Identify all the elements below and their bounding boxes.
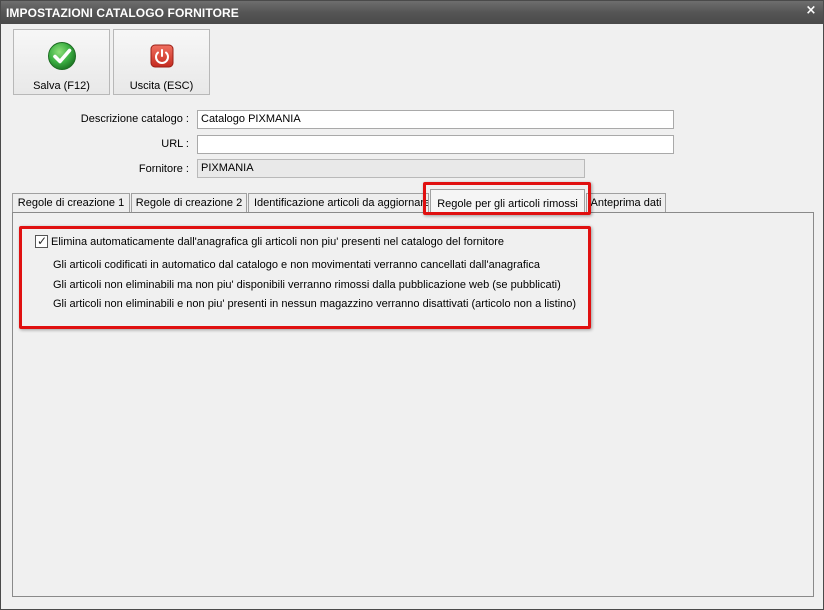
tab-creation-rules-1[interactable]: Regole di creazione 1 — [12, 193, 130, 213]
tab-strip: Regole di creazione 1 Regole di creazion… — [12, 189, 813, 214]
exit-button-label: Uscita (ESC) — [129, 80, 194, 92]
check-icon — [48, 42, 76, 70]
title-bar[interactable]: IMPOSTAZIONI CATALOGO FORNITORE × — [1, 1, 823, 24]
power-icon — [150, 44, 174, 68]
description-input[interactable]: Catalogo PIXMANIA — [197, 110, 674, 129]
tab-data-preview[interactable]: Anteprima dati — [586, 193, 666, 213]
window-title: IMPOSTAZIONI CATALOGO FORNITORE — [6, 6, 239, 20]
save-button[interactable]: Salva (F12) — [13, 29, 110, 95]
panel-highlight — [19, 226, 591, 329]
supplier-catalog-settings-window: IMPOSTAZIONI CATALOGO FORNITORE × Salva … — [0, 0, 824, 610]
tab-identify-items[interactable]: Identificazione articoli da aggiornare — [248, 193, 429, 213]
save-button-label: Salva (F12) — [33, 80, 90, 92]
tab-creation-rules-2[interactable]: Regole di creazione 2 — [131, 193, 247, 213]
supplier-label: Fornitore : — [138, 163, 189, 175]
supplier-field: PIXMANIA — [197, 159, 585, 178]
exit-button[interactable]: Uscita (ESC) — [113, 29, 210, 95]
url-input[interactable] — [197, 135, 674, 154]
url-label: URL : — [161, 138, 189, 150]
close-icon[interactable]: × — [804, 4, 818, 18]
description-label: Descrizione catalogo : — [80, 113, 189, 125]
tab-highlight — [423, 182, 591, 215]
